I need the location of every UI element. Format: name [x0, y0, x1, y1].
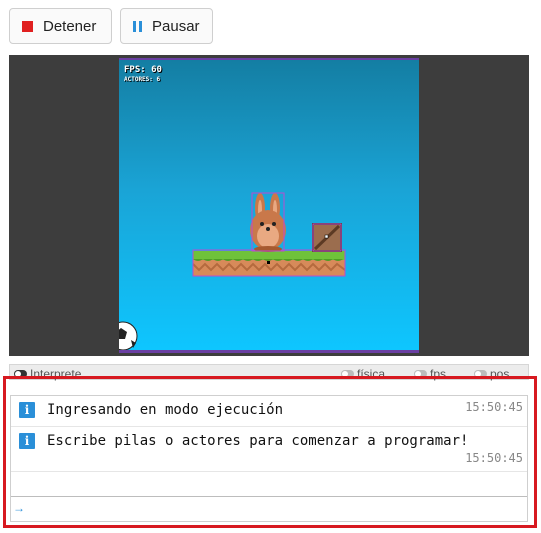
stage-frame: FPS: 60 ACTORES: 6 [9, 55, 529, 356]
highlight-outline [3, 376, 537, 528]
ball-actor [119, 321, 138, 350]
stage-scene [119, 192, 346, 350]
stop-button[interactable]: Detener [9, 8, 112, 44]
stop-button-label: Detener [43, 17, 97, 35]
game-canvas[interactable]: FPS: 60 ACTORES: 6 [119, 58, 419, 353]
crate-actor [312, 223, 342, 252]
pause-button-label: Pausar [152, 17, 200, 35]
bunny-actor [250, 192, 286, 252]
stop-icon [22, 20, 33, 32]
pause-icon [133, 20, 142, 32]
pause-button[interactable]: Pausar [120, 8, 213, 44]
platform-actor [192, 249, 346, 277]
